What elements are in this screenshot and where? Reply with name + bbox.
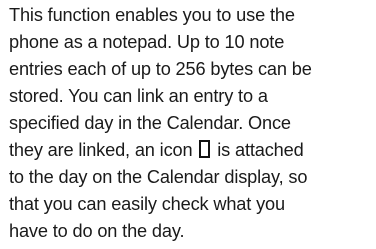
paragraph-line: to the day on the Calendar display, so [9,167,308,187]
paragraph-line: have to do on the day. [9,221,185,241]
paragraph-line: that you can easily check what you [9,194,285,214]
paragraph-line: stored. You can link an entry to a [9,86,268,106]
paragraph-line: entries each of up to 256 bytes can be [9,59,312,79]
body-paragraph: This function enables you to use the pho… [9,2,370,245]
paragraph-line: This function enables you to use the [9,5,295,25]
paragraph-line: phone as a notepad. Up to 10 note [9,32,285,52]
document-page: This function enables you to use the pho… [0,0,376,249]
paragraph-text-segment: they are linked, an icon [9,140,193,160]
note-icon [199,140,211,158]
paragraph-text-segment: is attached [217,140,304,160]
paragraph-line: specified day in the Calendar. Once [9,113,291,133]
paragraph-line-with-icon: they are linked, an icon is attached [9,137,370,164]
